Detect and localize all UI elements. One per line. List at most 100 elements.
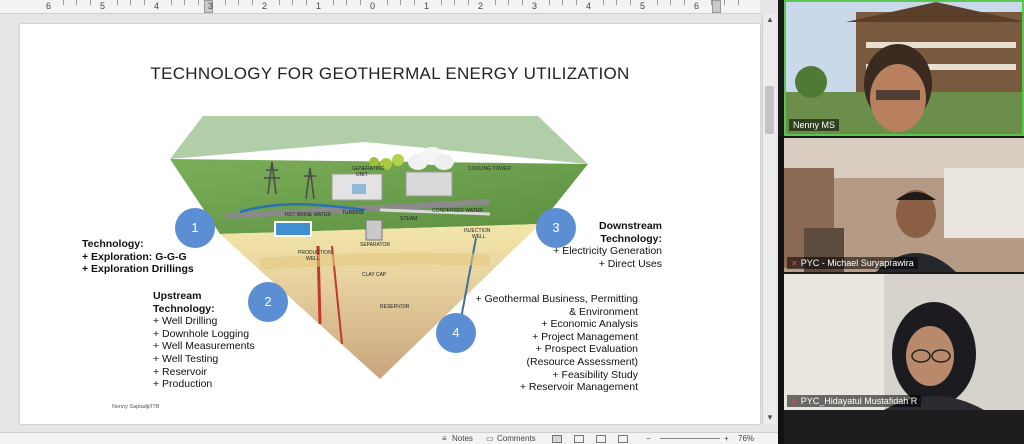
technology-block[interactable]: Technology: + Exploration: G-G-G + Explo…	[82, 238, 194, 276]
ruler-tick	[562, 0, 563, 5]
notes-icon[interactable]: ≡	[442, 434, 447, 443]
upstream-item: + Well Drilling	[153, 315, 218, 328]
comments-icon[interactable]: ▭	[486, 434, 494, 443]
clay-cap-layer	[259, 252, 491, 270]
muted-mic-icon: ✕	[791, 259, 798, 268]
technology-heading: Technology:	[82, 238, 144, 250]
business-block[interactable]: + Geothermal Business, Permitting & Envi…	[462, 293, 638, 394]
downstream-heading-2: Technology:	[600, 232, 662, 245]
reading-view-icon[interactable]	[596, 435, 606, 443]
ruler-number: 6	[46, 1, 52, 11]
downstream-block[interactable]: Downstream Technology: + Electricity Gen…	[540, 220, 662, 270]
cooling-tower-building	[405, 171, 453, 197]
comments-button[interactable]: Comments	[497, 434, 536, 443]
turbine-window	[352, 184, 366, 194]
ruler-tick	[224, 0, 226, 5]
participant-name: Nenny MS	[793, 120, 836, 130]
scroll-down-arrow-icon[interactable]: ▼	[764, 412, 776, 424]
ruler-tick	[278, 0, 280, 5]
ruler-tick	[62, 0, 64, 5]
ruler-tick	[143, 0, 145, 5]
zoom-level[interactable]: 76%	[738, 434, 754, 443]
ruler-number: 6	[694, 1, 700, 11]
ruler-tick	[130, 0, 131, 5]
ruler-number: 1	[424, 1, 430, 11]
downstream-item: + Direct Uses	[598, 257, 662, 270]
label-cooling-tower: COOLING TOWER	[468, 166, 511, 172]
zoom-slider[interactable]	[660, 438, 720, 439]
slide-canvas[interactable]: TECHNOLOGY FOR GEOTHERMAL ENERGY UTILIZA…	[20, 24, 760, 424]
cooling-pond	[274, 221, 312, 237]
upstream-item: + Well Testing	[153, 352, 219, 365]
slideshow-icon[interactable]	[618, 435, 628, 443]
ruler-tick	[116, 0, 118, 5]
participant-tile[interactable]: ✕ PYC_Hidayatul Mustafidah R	[784, 274, 1024, 410]
ruler-tick	[575, 0, 577, 5]
vertical-scrollbar[interactable]: ▲ ▼	[762, 14, 776, 424]
ruler-tick	[76, 0, 77, 5]
upstream-heading-2: Technology:	[153, 302, 215, 315]
business-item: + Economic Analysis	[541, 318, 638, 331]
ruler-tick	[454, 0, 455, 5]
ruler-indent-marker-right[interactable]	[712, 0, 721, 13]
zoom-out-icon[interactable]: −	[646, 434, 651, 443]
muted-mic-icon: ✕	[791, 397, 798, 406]
ruler-tick	[89, 0, 91, 5]
ruler-tick	[683, 0, 685, 5]
ruler-tick	[548, 0, 550, 5]
scrollbar-thumb[interactable]	[765, 86, 774, 134]
ruler-number: 1	[316, 1, 322, 11]
upstream-item: + Reservoir	[153, 365, 207, 378]
upstream-item: + Well Measurements	[153, 340, 255, 353]
notes-button[interactable]: Notes	[452, 434, 473, 443]
upstream-block[interactable]: Upstream Technology: + Well Drilling + D…	[153, 290, 255, 391]
ground-surface	[170, 116, 588, 164]
business-item: & Environment	[569, 305, 638, 318]
label-condensed-water: CONDENSED WATER	[432, 208, 483, 214]
ruler-tick	[440, 0, 442, 5]
zoom-in-icon[interactable]: +	[724, 434, 729, 443]
upstream-heading: Upstream	[153, 290, 202, 302]
upstream-item: + Production	[153, 378, 213, 391]
label-turbine: TURBINE	[342, 210, 365, 216]
panel-bottom-area	[784, 410, 1024, 444]
ruler-tick	[197, 0, 199, 5]
participant-tile[interactable]: ✕ PYC - Michael Suryaprawira	[784, 138, 1024, 272]
ruler-tick	[724, 0, 725, 5]
ruler-tick	[467, 0, 469, 5]
participant-name-label: ✕ PYC - Michael Suryaprawira	[787, 257, 918, 269]
ruler-tick	[656, 0, 658, 5]
participant-name: PYC_Hidayatul Mustafidah R	[800, 396, 918, 406]
ruler-tick	[737, 0, 739, 5]
slide-sorter-icon[interactable]	[574, 435, 584, 443]
video-participant-panel: Nenny MS ✕ PYC - Michael Suryaprawira ✕ …	[778, 0, 1024, 444]
label-generating-unit-2: UNIT	[356, 172, 368, 178]
ruler-number: 4	[154, 1, 160, 11]
normal-view-icon[interactable]	[552, 435, 562, 443]
ruler-tick	[494, 0, 496, 5]
separator-unit	[365, 219, 383, 241]
business-item: + Reservoir Management	[519, 381, 638, 394]
horizontal-ruler[interactable]: 6 5 4 3 2 1 0 1 2 3 4 5 6	[0, 0, 760, 14]
label-separator: SEPARATOR	[360, 242, 390, 248]
slide-credit: Nenny Saptadji/ITB	[112, 404, 160, 410]
label-production-well-2: WELL	[306, 256, 320, 262]
participant-video-feed	[786, 2, 1022, 134]
label-clay-cap: CLAY CAP	[362, 272, 387, 278]
presentation-editor: 6 5 4 3 2 1 0 1 2 3 4 5 6 ▲ ▼ TECHNOLOGY FOR GEOTHER…	[0, 0, 778, 444]
ruler-tick	[670, 0, 671, 5]
ruler-tick	[292, 0, 293, 5]
participant-tile-speaker[interactable]: Nenny MS	[784, 0, 1024, 136]
ruler-tick	[400, 0, 401, 5]
participant-video-feed	[784, 138, 1024, 272]
downstream-item: + Electricity Generation	[553, 245, 662, 258]
status-bar: ≡ Notes ▭ Comments − + 76%	[0, 432, 778, 444]
scroll-up-arrow-icon[interactable]: ▲	[764, 14, 776, 26]
ruler-tick	[616, 0, 617, 5]
downstream-heading: Downstream	[598, 220, 662, 232]
steam-plume	[434, 154, 454, 170]
ruler-tick	[359, 0, 361, 5]
ruler-tick	[710, 0, 712, 5]
upstream-item: + Downhole Logging	[153, 327, 250, 340]
ruler-tick	[413, 0, 415, 5]
